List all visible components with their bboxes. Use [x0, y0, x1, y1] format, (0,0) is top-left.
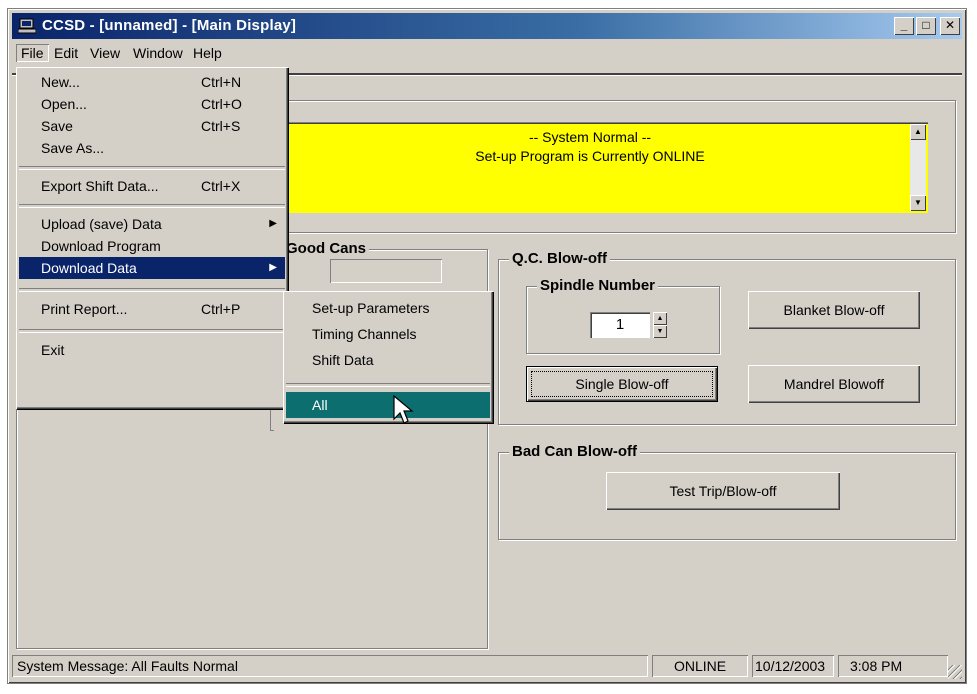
menu-item-open[interactable]: Open... Ctrl+O	[19, 93, 285, 115]
scroll-up-icon[interactable]: ▲	[910, 124, 926, 140]
test-trip-label: Test Trip/Blow-off	[669, 483, 777, 499]
menu-view[interactable]: View	[85, 44, 125, 62]
submenu-item-all-label: All	[312, 397, 328, 413]
menu-window[interactable]: Window	[128, 44, 188, 62]
menu-item-download-program-label: Download Program	[41, 238, 161, 254]
single-blowoff-label: Single Blow-off	[575, 376, 669, 392]
menu-item-upload-data[interactable]: Upload (save) Data ▶	[19, 213, 285, 235]
spindle-title: Spindle Number	[537, 277, 659, 294]
menu-help[interactable]: Help	[188, 44, 227, 62]
blanket-blowoff-label: Blanket Blow-off	[783, 302, 885, 318]
menu-item-print-label: Print Report...	[41, 301, 128, 317]
menu-item-exit-label: Exit	[41, 342, 65, 358]
maximize-button[interactable]: □	[916, 17, 936, 35]
menu-separator	[19, 288, 285, 292]
window-title: CCSD - [unnamed] - [Main Display]	[42, 17, 297, 34]
menu-item-save-as-label: Save As...	[41, 140, 105, 156]
message-scrollbar[interactable]: ▲ ▼	[910, 124, 926, 211]
mouse-cursor-icon	[393, 395, 414, 424]
submenu-arrow-icon: ▶	[269, 218, 277, 229]
menu-item-export-label: Export Shift Data...	[41, 178, 159, 194]
status-mode: ONLINE	[652, 655, 748, 677]
menu-item-download-program[interactable]: Download Program	[19, 235, 285, 257]
good-cans-title: Good Cans	[283, 240, 370, 257]
menu-item-save-shortcut: Ctrl+S	[201, 118, 241, 134]
submenu-arrow-icon: ▶	[269, 262, 277, 273]
download-data-submenu: Set-up Parameters Timing Channels Shift …	[283, 291, 493, 423]
mandrel-blowoff-button[interactable]: Mandrel Blowoff	[748, 365, 920, 403]
submenu-item-setup-parameters[interactable]: Set-up Parameters	[286, 297, 490, 319]
menu-item-save[interactable]: Save Ctrl+S	[19, 115, 285, 137]
resize-grip-icon[interactable]	[948, 665, 962, 679]
submenu-item-timing-channels[interactable]: Timing Channels	[286, 323, 490, 345]
message-line-1: -- System Normal --	[528, 129, 652, 145]
menu-item-open-shortcut: Ctrl+O	[201, 96, 242, 112]
menu-item-exit[interactable]: Exit	[19, 339, 285, 361]
mandrel-blowoff-label: Mandrel Blowoff	[783, 376, 885, 392]
menu-item-upload-label: Upload (save) Data	[41, 216, 162, 232]
message-line-2: Set-up Program is Currently ONLINE	[475, 148, 705, 164]
minimize-button[interactable]: _	[894, 17, 914, 35]
menu-item-print-shortcut: Ctrl+P	[201, 301, 241, 317]
menu-item-save-label: Save	[41, 118, 73, 134]
submenu-item-setup-label: Set-up Parameters	[312, 300, 430, 316]
spin-down-icon[interactable]: ▼	[653, 325, 667, 338]
title-bar[interactable]: CCSD - [unnamed] - [Main Display] _ □ ✕	[12, 13, 962, 39]
menu-separator	[19, 329, 285, 333]
menu-item-print-report[interactable]: Print Report... Ctrl+P	[19, 298, 285, 320]
computer-icon	[18, 18, 36, 34]
menu-item-download-data-label: Download Data	[41, 260, 137, 276]
submenu-item-shift-label: Shift Data	[312, 352, 374, 368]
bad-can-title: Bad Can Blow-off	[509, 443, 640, 460]
submenu-item-shift-data[interactable]: Shift Data	[286, 349, 490, 371]
menu-item-new-shortcut: Ctrl+N	[201, 74, 242, 90]
menu-separator	[19, 166, 285, 170]
menu-bar: File Edit View Window Help	[12, 41, 962, 65]
submenu-item-timing-label: Timing Channels	[312, 326, 417, 342]
scroll-down-icon[interactable]: ▼	[910, 195, 926, 211]
menu-item-new-label: New...	[41, 74, 80, 90]
menu-separator	[286, 383, 490, 387]
menu-item-export-shortcut: Ctrl+X	[201, 178, 241, 194]
blanket-blowoff-button[interactable]: Blanket Blow-off	[748, 291, 920, 329]
main-window: CCSD - [unnamed] - [Main Display] _ □ ✕ …	[8, 9, 966, 683]
menu-item-new[interactable]: New... Ctrl+N	[19, 71, 285, 93]
file-menu: New... Ctrl+N Open... Ctrl+O Save Ctrl+S…	[16, 67, 288, 409]
spin-up-icon[interactable]: ▲	[653, 312, 667, 325]
status-message: System Message: All Faults Normal	[12, 655, 648, 677]
menu-separator	[19, 204, 285, 208]
menu-item-save-as[interactable]: Save As...	[19, 137, 285, 159]
menu-item-export-shift-data[interactable]: Export Shift Data... Ctrl+X	[19, 175, 285, 197]
status-time: 3:08 PM	[838, 655, 948, 677]
system-message-panel: -- System Normal -- Set-up Program is Cu…	[280, 122, 928, 213]
menu-item-open-label: Open...	[41, 96, 87, 112]
status-bar: System Message: All Faults Normal ONLINE…	[12, 655, 962, 679]
menu-item-download-data[interactable]: Download Data ▶	[19, 257, 285, 279]
test-trip-button[interactable]: Test Trip/Blow-off	[606, 472, 840, 510]
menu-file[interactable]: File	[16, 44, 49, 62]
spindle-number-input[interactable]: 1	[590, 312, 650, 338]
submenu-item-all[interactable]: All	[286, 392, 490, 418]
status-date: 10/12/2003	[752, 655, 834, 677]
good-cans-counter	[330, 259, 442, 283]
close-button[interactable]: ✕	[940, 17, 960, 35]
qc-blowoff-title: Q.C. Blow-off	[509, 250, 610, 267]
single-blowoff-button[interactable]: Single Blow-off	[526, 366, 718, 402]
menu-edit[interactable]: Edit	[49, 44, 83, 62]
